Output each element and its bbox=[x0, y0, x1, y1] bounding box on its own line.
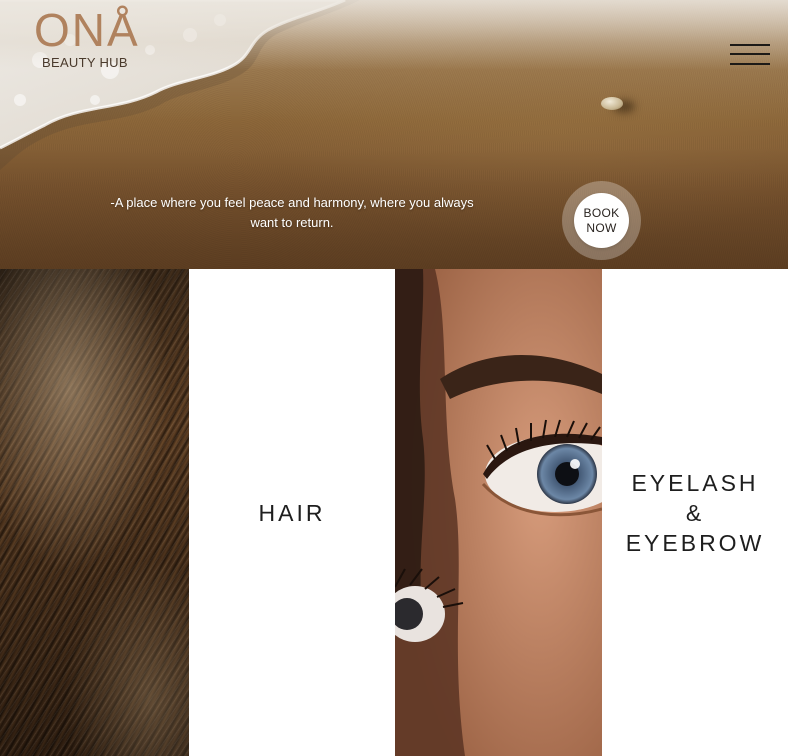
page: ONÅ BEAUTY HUB -A place where you feel p… bbox=[0, 0, 788, 756]
eye-closeup-image[interactable] bbox=[395, 269, 602, 756]
menu-line bbox=[730, 53, 770, 55]
hair-shine bbox=[0, 269, 189, 756]
menu-line bbox=[730, 63, 770, 65]
logo-mark: ONÅ bbox=[34, 4, 140, 56]
book-now-button[interactable]: BOOK NOW bbox=[574, 193, 629, 248]
service-hair-title: HAIR bbox=[258, 499, 326, 526]
logo-subtitle: BEAUTY HUB bbox=[42, 55, 128, 70]
hamburger-icon[interactable] bbox=[730, 41, 770, 67]
service-hair-card[interactable]: HAIR bbox=[189, 269, 395, 756]
brand-logo[interactable]: ONÅ BEAUTY HUB bbox=[34, 4, 144, 70]
book-now-label: BOOK NOW bbox=[583, 205, 620, 235]
hair-closeup-image[interactable] bbox=[0, 269, 189, 756]
hero-section: ONÅ BEAUTY HUB -A place where you feel p… bbox=[0, 0, 788, 269]
services-strip: HAIR EYELASH & EYEBROW bbox=[0, 269, 788, 756]
service-eyelash-card[interactable]: EYELASH & EYEBROW bbox=[602, 269, 788, 756]
pebble-image bbox=[601, 97, 623, 110]
hero-tagline: -A place where you feel peace and harmon… bbox=[110, 195, 474, 230]
service-eyelash-title: EYELASH & EYEBROW bbox=[625, 469, 765, 556]
eye-illustration bbox=[395, 269, 602, 756]
menu-line bbox=[730, 44, 770, 46]
